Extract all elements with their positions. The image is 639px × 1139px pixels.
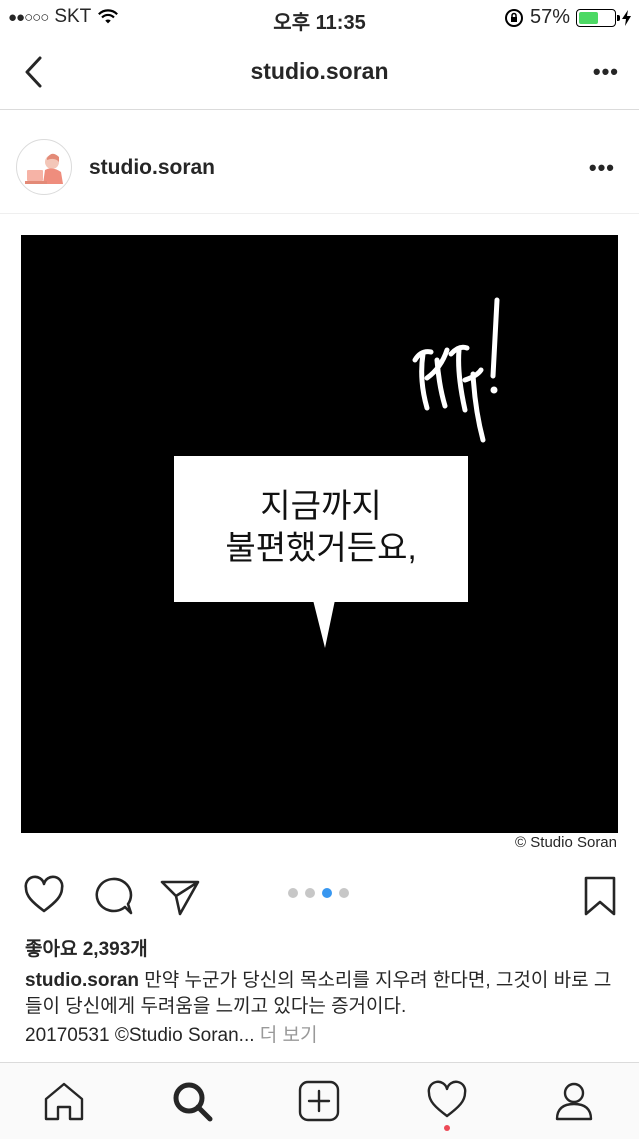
speech-bubble-text: 지금까지 불편했거든요, <box>174 485 468 569</box>
post-header: studio.soran ••• <box>0 110 639 214</box>
battery-icon <box>576 8 620 27</box>
caption-continued: 20170531 ©Studio Soran... 더 보기 <box>25 1020 318 1047</box>
battery-percent: 57% <box>529 6 570 28</box>
add-post-icon[interactable] <box>297 1079 341 1123</box>
navigation-bar: studio.soran ••• <box>0 36 639 110</box>
post-caption: studio.soran 만약 누군가 당신의 목소리를 지우려 한다면, 그것… <box>25 968 620 1020</box>
more-link[interactable]: 더 보기 <box>255 1025 318 1046</box>
share-icon[interactable] <box>158 874 202 918</box>
profile-icon[interactable] <box>552 1079 596 1123</box>
caption-date: 20170531 ©Studio Soran... <box>25 1025 255 1046</box>
avatar-illustration-icon <box>25 153 63 184</box>
post-image[interactable]: 지금까지 불편했거든요, <box>21 235 618 833</box>
carousel-dot <box>305 888 315 898</box>
carousel-dot <box>322 888 332 898</box>
post-username[interactable]: studio.soran <box>89 156 215 180</box>
avatar[interactable] <box>16 139 72 195</box>
orientation-lock-icon <box>504 8 523 27</box>
page-title: studio.soran <box>250 58 389 84</box>
carousel-dot <box>288 888 298 898</box>
notification-dot <box>444 1125 450 1131</box>
image-copyright: © Studio Soran <box>515 834 617 851</box>
speech-line-1: 지금까지 <box>260 487 382 524</box>
speech-bubble-tail <box>313 600 335 648</box>
activity-heart-icon[interactable] <box>425 1079 469 1123</box>
carousel-dot <box>339 888 349 898</box>
comment-icon[interactable] <box>91 874 135 918</box>
home-icon[interactable] <box>42 1079 86 1123</box>
charging-bolt-icon <box>622 9 631 26</box>
more-options-button[interactable]: ••• <box>593 61 619 83</box>
tab-bar <box>0 1062 639 1139</box>
bookmark-icon[interactable] <box>578 874 622 918</box>
caption-username[interactable]: studio.soran <box>25 970 139 991</box>
carousel-indicator <box>288 888 349 898</box>
status-bar: ●●○○○ SKT 오후 11:35 57% <box>0 0 639 36</box>
likes-count[interactable]: 좋아요 2,393개 <box>25 934 148 961</box>
search-icon[interactable] <box>170 1079 214 1123</box>
post-more-button[interactable]: ••• <box>589 157 615 179</box>
speech-line-2: 불편했거든요, <box>225 529 417 566</box>
heart-icon[interactable] <box>22 874 66 918</box>
sound-effect-lettering <box>412 297 500 443</box>
post-actions <box>0 870 639 922</box>
